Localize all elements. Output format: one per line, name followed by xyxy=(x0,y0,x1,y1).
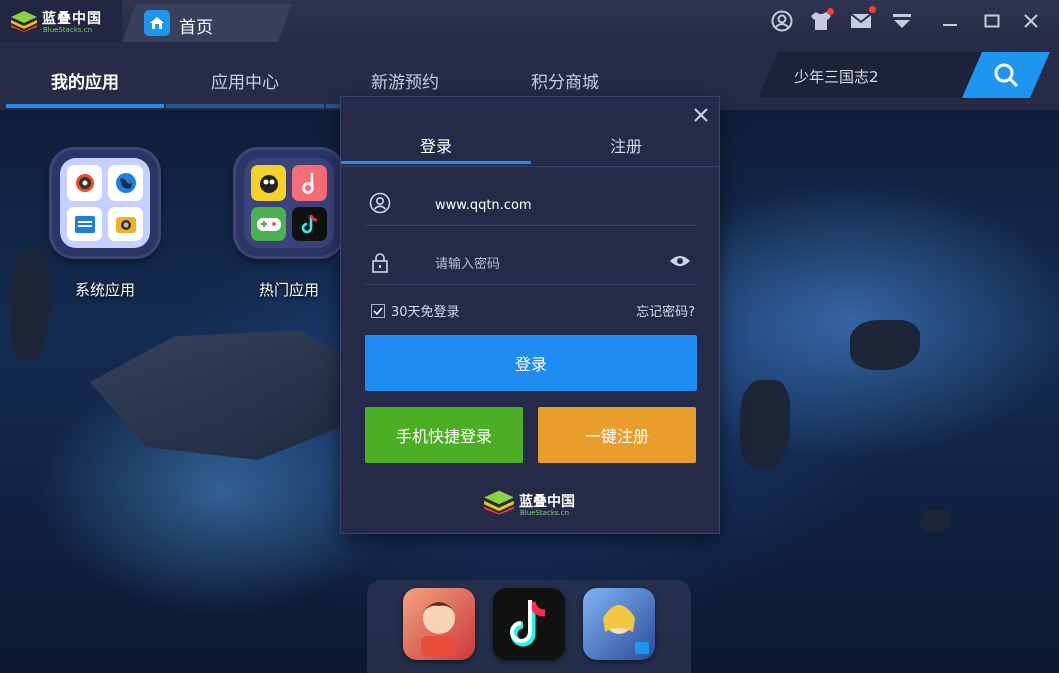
logo-text: 蓝叠中国 xyxy=(519,494,575,510)
tiktok-icon xyxy=(292,207,327,241)
active-tab-underline xyxy=(341,161,531,164)
tab-label: 新游预约 xyxy=(371,73,439,93)
tab-login[interactable]: 登录 xyxy=(341,133,531,157)
username-input[interactable] xyxy=(433,193,657,217)
music-app-icon xyxy=(292,165,327,201)
folder-system-apps[interactable] xyxy=(52,150,158,256)
dialog-close-button[interactable] xyxy=(691,105,711,125)
file-manager-icon xyxy=(67,207,102,241)
search-button[interactable] xyxy=(962,52,1050,98)
login-button[interactable]: 登录 xyxy=(365,335,697,391)
username-field xyxy=(365,185,697,226)
user-icon xyxy=(369,192,391,214)
search-input[interactable]: 少年三国志2 xyxy=(758,52,1050,98)
tab-label: 积分商城 xyxy=(531,73,599,93)
browser-icon xyxy=(108,165,143,201)
dialog-footer-logo: 蓝叠中国 BlueStacks.cn xyxy=(483,489,575,519)
search-value: 少年三国志2 xyxy=(794,68,879,86)
quick-register-button[interactable]: 一键注册 xyxy=(538,407,696,463)
game-app-icon xyxy=(251,165,286,201)
account-icon xyxy=(771,10,793,32)
mail-button[interactable] xyxy=(848,6,876,34)
search-icon xyxy=(993,62,1019,88)
background-rock xyxy=(740,380,790,470)
maximize-button[interactable] xyxy=(979,8,1005,34)
background-rock xyxy=(850,320,920,370)
tab-label: 应用中心 xyxy=(211,73,279,93)
theme-button[interactable] xyxy=(808,8,834,34)
gamepad-app-icon xyxy=(251,207,286,241)
folder-grid xyxy=(244,158,334,248)
close-icon xyxy=(694,108,708,122)
tab-underline xyxy=(6,104,164,108)
tiktok-icon[interactable] xyxy=(493,588,565,660)
tab-label: 我的应用 xyxy=(51,73,119,93)
forgot-password-link[interactable]: 忘记密码? xyxy=(636,301,695,320)
login-dialog: 登录 注册 30天免登录 忘记密码? 登录 手机快捷登录 一键注册 蓝叠中国 B… xyxy=(340,96,720,534)
background-spaceship xyxy=(90,330,370,460)
close-window-button[interactable] xyxy=(1018,8,1044,34)
background-rock xyxy=(920,510,950,532)
tab-underline xyxy=(166,104,324,108)
home-icon xyxy=(144,10,170,36)
folder-grid xyxy=(60,158,150,248)
logo-text: 蓝叠中国 xyxy=(42,11,102,27)
home-tab-label: 首页 xyxy=(179,18,213,38)
remember-checkbox[interactable] xyxy=(371,303,385,318)
eye-icon[interactable] xyxy=(669,254,691,268)
maximize-icon xyxy=(984,14,1000,28)
mail-icon xyxy=(850,13,872,28)
settings-icon xyxy=(67,165,102,201)
bluestacks-logo-icon xyxy=(484,490,514,515)
bluestacks-logo-icon xyxy=(11,11,37,32)
app-logo: 蓝叠中国 BlueStacks.cn xyxy=(0,0,122,42)
notification-dot xyxy=(827,8,834,15)
tab-register[interactable]: 注册 xyxy=(531,133,721,157)
minimize-button[interactable] xyxy=(937,8,963,34)
minimize-icon xyxy=(943,24,957,26)
notification-dot xyxy=(869,6,876,13)
camera-icon xyxy=(108,207,143,241)
divider xyxy=(341,166,719,167)
background-rock xyxy=(10,250,50,360)
tab-my-apps[interactable]: 我的应用 xyxy=(6,60,164,108)
menu-button[interactable] xyxy=(889,8,915,34)
app-dock xyxy=(367,580,691,673)
folder-hot-apps[interactable] xyxy=(236,150,342,256)
phone-login-button[interactable]: 手机快捷登录 xyxy=(365,407,523,463)
folder-label: 系统应用 xyxy=(74,281,135,299)
tab-app-center[interactable]: 应用中心 xyxy=(166,60,324,108)
tab-home[interactable]: 首页 xyxy=(122,4,292,42)
menu-icon xyxy=(893,14,911,28)
close-icon xyxy=(1024,14,1038,28)
title-bar: 蓝叠中国 BlueStacks.cn 首页 xyxy=(0,0,1059,42)
romance-game-icon[interactable] xyxy=(403,588,475,660)
lock-icon xyxy=(372,253,388,273)
anime-game-icon[interactable] xyxy=(583,588,655,660)
remember-login[interactable]: 30天免登录 xyxy=(371,301,460,320)
password-field xyxy=(365,244,697,285)
remember-label: 30天免登录 xyxy=(391,305,460,320)
account-button[interactable] xyxy=(769,8,795,34)
folder-label: 热门应用 xyxy=(258,281,319,299)
logo-subtext: BlueStacks.cn xyxy=(520,509,570,517)
password-input[interactable] xyxy=(433,252,657,276)
logo-subtext: BlueStacks.cn xyxy=(43,26,93,34)
